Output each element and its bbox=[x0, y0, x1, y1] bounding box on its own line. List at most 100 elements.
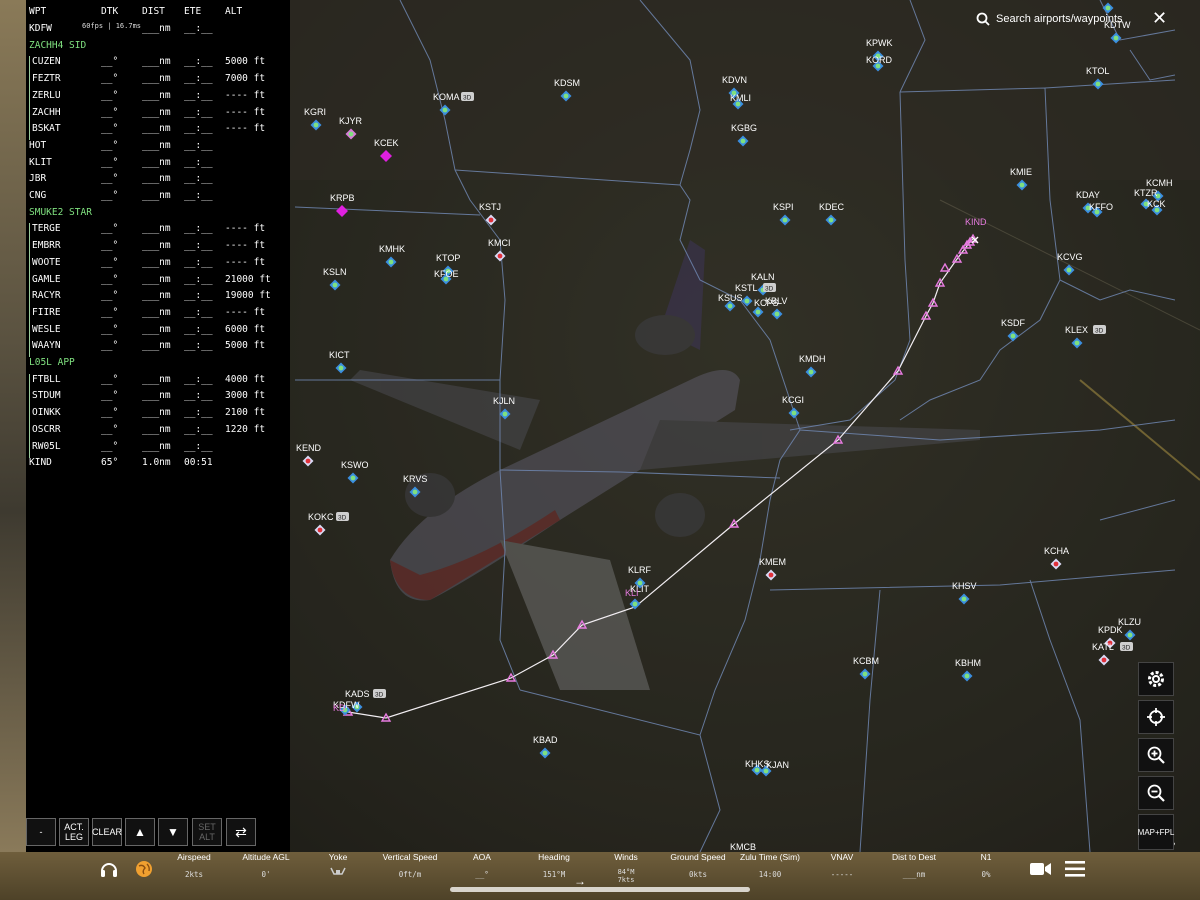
airport-kokc[interactable]: KOKC 3D bbox=[308, 512, 349, 536]
airport-kcha[interactable]: KCHA bbox=[1044, 546, 1069, 570]
airport-kstj[interactable]: KSTJ bbox=[479, 202, 501, 226]
airport-center-dot bbox=[862, 671, 868, 677]
zoom-out-button[interactable] bbox=[1138, 776, 1174, 810]
airport-kmdh[interactable]: KMDH bbox=[799, 354, 826, 378]
instrument-value: 0' bbox=[261, 870, 271, 879]
waypoint-row[interactable]: OINKK __° ___nm __:__ 2100 ft bbox=[29, 407, 287, 425]
camera-icon[interactable] bbox=[1030, 861, 1052, 877]
map-fpl-toggle-button[interactable]: MAP+FPL bbox=[1138, 814, 1174, 850]
airport-kmhk[interactable]: KMHK bbox=[379, 244, 405, 268]
airport-kmem[interactable]: KMEM bbox=[759, 557, 786, 581]
tree-connector bbox=[29, 56, 33, 74]
waypoint-row[interactable]: BSKAT __° ___nm __:__ ---- ft bbox=[29, 123, 287, 141]
headset-icon[interactable] bbox=[98, 858, 120, 880]
waypoint-row[interactable]: FTBLL __° ___nm __:__ 4000 ft bbox=[29, 373, 287, 391]
waypoint-row[interactable]: KDFW ___nm __:__ bbox=[29, 23, 287, 37]
airport-kord[interactable]: KORD bbox=[866, 55, 893, 72]
waypoint-row[interactable]: KIND 65° 1.0nm 00:51 bbox=[29, 457, 287, 471]
airport-kffo[interactable]: KFFO bbox=[1089, 202, 1113, 218]
airport-koma[interactable]: KOMA 3D bbox=[433, 92, 474, 116]
delete-button[interactable]: - bbox=[26, 818, 56, 846]
waypoint-row[interactable]: GAMLE __° ___nm __:__ 21000 ft bbox=[29, 273, 287, 291]
waypoint-row[interactable]: WAAYN __° ___nm __:__ 5000 ft bbox=[29, 340, 287, 358]
airport-kcgi[interactable]: KCGI bbox=[782, 395, 804, 419]
center-aircraft-button[interactable] bbox=[1138, 700, 1174, 734]
airport-kcbm[interactable]: KCBM bbox=[853, 656, 879, 680]
airport-krpb[interactable]: KRPB bbox=[330, 193, 355, 217]
airport-ksln[interactable]: KSLN bbox=[323, 267, 347, 291]
airport-klex[interactable]: KLEX 3D bbox=[1065, 325, 1106, 349]
waypoint-row[interactable]: OSCRR __° ___nm __:__ 1220 ft bbox=[29, 423, 287, 441]
airport-kjyr[interactable]: KJYR bbox=[339, 116, 363, 140]
map-view[interactable]: KPTKKDTWKTOLKPWKKORDKDSMKOMA3DKDVNKMLIKG… bbox=[290, 0, 1175, 852]
waypoint-wpt: JBR bbox=[29, 173, 47, 185]
waypoint-row[interactable]: WESLE __° ___nm __:__ 6000 ft bbox=[29, 323, 287, 341]
airport-ktol[interactable]: KTOL bbox=[1086, 66, 1109, 90]
airport-ksdf[interactable]: KSDF bbox=[1001, 318, 1026, 342]
airport-khsv[interactable]: KHSV bbox=[952, 581, 977, 605]
procedure-section-row[interactable]: L05L APP bbox=[29, 357, 287, 371]
zoom-in-button[interactable] bbox=[1138, 738, 1174, 772]
waypoint-row[interactable]: FEZTR __° ___nm __:__ 7000 ft bbox=[29, 73, 287, 91]
clear-button[interactable]: CLEAR bbox=[92, 818, 122, 846]
waypoint-row[interactable]: JBR __° ___nm __:__ bbox=[29, 173, 287, 187]
airport-kcvg[interactable]: KCVG bbox=[1057, 252, 1083, 276]
airport-kmie[interactable]: KMIE bbox=[1010, 167, 1032, 191]
header-dist: DIST bbox=[142, 6, 165, 17]
waypoint-row[interactable]: EMBRR __° ___nm __:__ ---- ft bbox=[29, 240, 287, 258]
set-altitude-button[interactable]: SET ALT bbox=[192, 818, 222, 846]
waypoint-row[interactable]: CUZEN __° ___nm __:__ 5000 ft bbox=[29, 56, 287, 74]
airport-label: KMEM bbox=[759, 557, 786, 567]
airport-kend[interactable]: KEND bbox=[296, 443, 322, 467]
airport-kjln[interactable]: KJLN bbox=[493, 396, 515, 420]
globe-icon[interactable] bbox=[133, 858, 155, 880]
waypoint-row[interactable]: ZACHH __° ___nm __:__ ---- ft bbox=[29, 106, 287, 124]
airport-kck[interactable]: KCK bbox=[1147, 199, 1166, 216]
tree-connector bbox=[29, 290, 33, 308]
airport-kbad[interactable]: KBAD bbox=[533, 735, 558, 759]
waypoint-ete: __:__ bbox=[184, 390, 213, 402]
waypoint-dist: ___nm bbox=[142, 273, 171, 285]
airport-kbhm[interactable]: KBHM bbox=[955, 658, 981, 682]
airport-center-dot bbox=[497, 253, 503, 259]
waypoint-row[interactable]: RACYR __° ___nm __:__ 19000 ft bbox=[29, 290, 287, 308]
move-down-button[interactable]: ▼ bbox=[158, 818, 188, 846]
settings-button[interactable] bbox=[1138, 662, 1174, 696]
waypoint-row[interactable]: ZERLU __° ___nm __:__ ---- ft bbox=[29, 89, 287, 107]
close-icon[interactable]: ✕ bbox=[1152, 8, 1167, 29]
airport-kgri[interactable]: KGRI bbox=[304, 107, 326, 131]
move-up-button[interactable]: ▲ bbox=[125, 818, 155, 846]
airport-kgbg[interactable]: KGBG bbox=[731, 123, 757, 147]
tree-connector bbox=[29, 123, 33, 141]
route-waypoint-marker[interactable] bbox=[939, 262, 951, 272]
reverse-plan-button[interactable]: ⇄ bbox=[226, 818, 256, 846]
airport-ksus[interactable]: KSUS bbox=[718, 293, 743, 312]
waypoint-wpt: HOT bbox=[29, 139, 47, 151]
waypoint-row[interactable]: CNG __° ___nm __:__ bbox=[29, 190, 287, 204]
activate-leg-button[interactable]: ACT. LEG bbox=[59, 818, 89, 846]
airport-kspi[interactable]: KSPI bbox=[773, 202, 794, 226]
search-bar[interactable]: Search airports/waypoints bbox=[976, 10, 1123, 28]
airport-kmli[interactable]: KMLI bbox=[730, 93, 751, 110]
airport-katl[interactable]: KATL 3D bbox=[1092, 642, 1133, 666]
waypoint-row[interactable]: STDUM __° ___nm __:__ 3000 ft bbox=[29, 390, 287, 408]
airport-kmci[interactable]: KMCI bbox=[488, 238, 511, 262]
waypoint-row[interactable]: RW05L __° ___nm __:__ bbox=[29, 440, 287, 458]
waypoint-row[interactable]: WOOTE __° ___nm __:__ ---- ft bbox=[29, 256, 287, 274]
waypoint-row[interactable]: KLIT __° ___nm __:__ bbox=[29, 157, 287, 171]
waypoint-row[interactable]: HOT __° ___nm __:__ bbox=[29, 140, 287, 154]
airport-kdec[interactable]: KDEC bbox=[819, 202, 845, 226]
airport-kmcb[interactable]: KMCB bbox=[730, 842, 756, 852]
waypoint-row[interactable]: FIIRE __° ___nm __:__ ---- ft bbox=[29, 306, 287, 324]
airport-kfoe[interactable]: KFOE bbox=[434, 269, 459, 285]
waypoint-ete: __:__ bbox=[184, 240, 213, 252]
airport-kict[interactable]: KICT bbox=[329, 350, 350, 374]
waypoint-row[interactable]: TERGE __° ___nm __:__ ---- ft bbox=[29, 223, 287, 241]
procedure-section-row[interactable]: ZACHH4 SID bbox=[29, 40, 287, 54]
airport-kcek[interactable]: KCEK bbox=[374, 138, 399, 162]
airport-krvs[interactable]: KRVS bbox=[403, 474, 427, 498]
airport-kswo[interactable]: KSWO bbox=[341, 460, 369, 484]
menu-icon[interactable] bbox=[1065, 860, 1085, 878]
procedure-section-row[interactable]: SMUKE2 STAR bbox=[29, 207, 287, 221]
airport-kdsm[interactable]: KDSM bbox=[554, 78, 580, 102]
